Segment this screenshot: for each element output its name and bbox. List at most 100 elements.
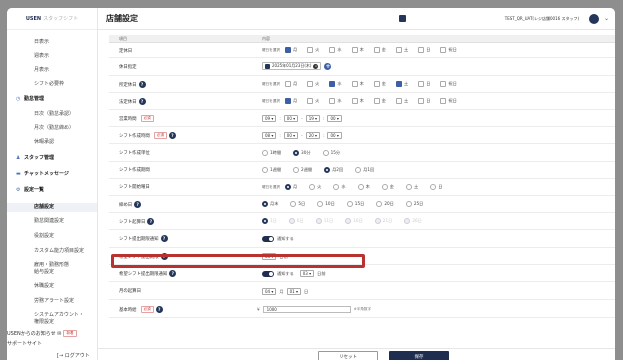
- add-holiday-button[interactable]: +: [324, 62, 332, 70]
- sidebar-item-custom-ability[interactable]: カスタム能力項目設定: [34, 248, 84, 255]
- radio-option[interactable]: 20日: [376, 201, 394, 207]
- help-icon[interactable]: ?: [134, 201, 142, 208]
- sidebar-item-permission[interactable]: 権限設定: [34, 319, 54, 326]
- clear-icon[interactable]: ×: [313, 63, 319, 69]
- checkbox-box[interactable]: [373, 47, 380, 53]
- notify-toggle[interactable]: [262, 270, 274, 277]
- radio-dot[interactable]: [355, 167, 362, 173]
- checkbox-box[interactable]: [329, 47, 336, 53]
- radio-dot[interactable]: [262, 201, 268, 207]
- radio-option[interactable]: 1週間: [262, 167, 281, 173]
- sidebar-section-staff[interactable]: ♟ スタッフ管理: [16, 155, 54, 162]
- radio-dot[interactable]: [333, 184, 340, 190]
- radio-option[interactable]: 1時間: [262, 150, 281, 156]
- checkbox-box[interactable]: [373, 98, 380, 104]
- radio-option[interactable]: 水: [333, 184, 346, 190]
- checkbox-box[interactable]: [329, 98, 336, 104]
- sidebar-item-monthly-close[interactable]: 月次（勤怠締め）: [34, 125, 74, 132]
- help-icon[interactable]: ?: [160, 235, 168, 242]
- radio-dot[interactable]: [322, 150, 329, 156]
- radio-dot[interactable]: [293, 150, 300, 156]
- radio-dot[interactable]: [293, 167, 300, 173]
- weekday-checkbox[interactable]: 月: [284, 47, 297, 53]
- weekday-checkbox[interactable]: 木: [351, 98, 364, 104]
- weekday-checkbox[interactable]: 土: [395, 98, 408, 104]
- days-before-select[interactable]: 03 ▾: [299, 270, 315, 277]
- radio-option[interactable]: 金: [381, 184, 394, 190]
- checkbox-box[interactable]: [418, 47, 425, 53]
- checkbox-box[interactable]: [440, 47, 447, 53]
- weekday-checkbox[interactable]: 火: [307, 98, 319, 104]
- sidebar-section-settings[interactable]: ⚙ 設定一覧: [16, 187, 44, 194]
- notify-toggle[interactable]: [262, 236, 274, 242]
- checkbox-box[interactable]: [440, 98, 447, 104]
- weekday-checkbox[interactable]: 日: [418, 47, 430, 53]
- checkbox-box[interactable]: [307, 98, 314, 104]
- checkbox-box[interactable]: [351, 98, 358, 104]
- weekday-checkbox[interactable]: 土: [395, 81, 408, 87]
- sidebar-item-store-settings[interactable]: 店舗設定: [7, 203, 97, 212]
- notice-link[interactable]: USENからのお知らせ ✉ 新着: [7, 330, 77, 337]
- weekday-checkbox[interactable]: 月: [284, 98, 297, 104]
- checkbox-box[interactable]: [418, 98, 425, 104]
- weekday-checkbox[interactable]: 火: [307, 47, 319, 53]
- checkbox-box[interactable]: [307, 81, 314, 87]
- hourly-wage-input[interactable]: 1000: [262, 306, 351, 313]
- end-minute-select[interactable]: 00 ▾: [327, 132, 342, 139]
- weekday-checkbox[interactable]: 金: [373, 47, 386, 53]
- radio-dot[interactable]: [376, 201, 383, 207]
- weekday-checkbox[interactable]: 水: [329, 81, 342, 87]
- radio-option[interactable]: 月2回: [324, 167, 343, 173]
- help-icon[interactable]: ?: [147, 218, 155, 225]
- radio-dot[interactable]: [309, 184, 316, 190]
- avatar[interactable]: [589, 14, 599, 24]
- checkbox-box[interactable]: [395, 81, 402, 87]
- help-icon[interactable]: ?: [169, 270, 177, 277]
- radio-dot[interactable]: [317, 201, 324, 207]
- sidebar-item-week[interactable]: 週表示: [34, 53, 49, 60]
- radio-option[interactable]: 月末: [262, 201, 278, 207]
- radio-option[interactable]: 5日: [290, 201, 305, 207]
- radio-option[interactable]: 土: [405, 184, 418, 190]
- sidebar-item-day[interactable]: 日表示: [34, 39, 49, 46]
- weekday-checkbox[interactable]: 月: [284, 81, 297, 87]
- weekday-checkbox[interactable]: 祝日: [440, 98, 457, 104]
- radio-option[interactable]: 30分: [293, 150, 311, 156]
- checkbox-box[interactable]: [329, 81, 336, 87]
- weekday-checkbox[interactable]: 土: [395, 47, 408, 53]
- weekday-checkbox[interactable]: 木: [351, 81, 364, 87]
- weekday-checkbox[interactable]: 金: [373, 81, 386, 87]
- help-icon[interactable]: ?: [138, 98, 146, 105]
- weekday-checkbox[interactable]: 火: [307, 81, 319, 87]
- logout-button[interactable]: [→ ログアウト: [57, 352, 90, 359]
- sidebar-section-chat[interactable]: ▬ チャットメッセージ: [16, 171, 69, 178]
- radio-option[interactable]: 火: [309, 184, 321, 190]
- weekday-checkbox[interactable]: 日: [418, 98, 430, 104]
- checkbox-box[interactable]: [395, 47, 402, 53]
- radio-dot[interactable]: [430, 184, 437, 190]
- radio-dot[interactable]: [290, 201, 297, 207]
- sidebar-item-system-account[interactable]: システムアカウント・: [34, 312, 84, 319]
- radio-dot[interactable]: [346, 201, 353, 207]
- weekday-checkbox[interactable]: 木: [351, 47, 364, 53]
- sidebar-item-leave-approval[interactable]: 休暇承認: [34, 139, 54, 146]
- radio-option[interactable]: 15分: [322, 150, 340, 156]
- help-icon[interactable]: ?: [168, 132, 176, 139]
- checkbox-box[interactable]: [351, 81, 358, 87]
- checkbox-box[interactable]: [395, 98, 402, 104]
- checkbox-box[interactable]: [284, 98, 291, 104]
- sidebar-item-shift-needs[interactable]: シフト必要枠: [34, 81, 64, 88]
- radio-option[interactable]: 木: [357, 184, 370, 190]
- checkbox-box[interactable]: [351, 47, 358, 53]
- start-hour-select[interactable]: 09 ▾: [262, 115, 277, 122]
- end-minute-select[interactable]: 00 ▾: [327, 115, 342, 122]
- sidebar-item-employment-type[interactable]: 雇用・勤務形態: [34, 262, 69, 269]
- radio-dot[interactable]: [324, 167, 331, 173]
- sidebar-item-labor-alert[interactable]: 労務アラート設定: [34, 298, 74, 305]
- reset-button[interactable]: リセット: [318, 351, 378, 360]
- sidebar-item-leave-settings[interactable]: 休職設定: [34, 283, 54, 290]
- radio-dot[interactable]: [357, 184, 364, 190]
- holiday-date-field[interactable]: 2025年01月23日(木) ×: [262, 62, 322, 70]
- checkbox-box[interactable]: [440, 81, 447, 87]
- weekday-checkbox[interactable]: 金: [373, 98, 386, 104]
